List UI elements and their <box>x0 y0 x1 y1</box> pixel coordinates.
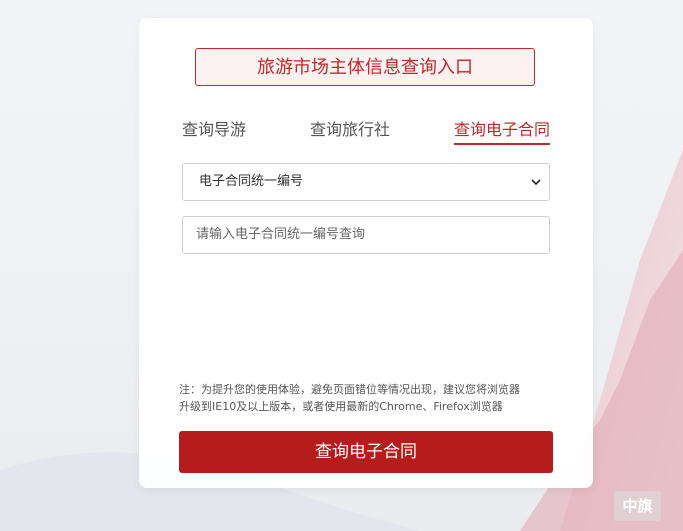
contract-type-select[interactable]: 电子合同统一编号 <box>182 163 550 201</box>
browser-notice: 注：为提升您的使用体验，避免页面错位等情况出现，建议您将浏览器 升级到IE10及… <box>179 381 559 415</box>
tab-guide[interactable]: 查询导游 <box>182 119 246 143</box>
tab-e-contract[interactable]: 查询电子合同 <box>454 119 551 145</box>
query-e-contract-button[interactable]: 查询电子合同 <box>179 431 553 473</box>
input-placeholder: 请输入电子合同统一编号查询 <box>196 227 366 242</box>
notice-line-1: 注：为提升您的使用体验，避免页面错位等情况出现，建议您将浏览器 <box>179 383 520 396</box>
query-card: 旅游市场主体信息查询入口 查询导游 查询旅行社 查询电子合同 电子合同统一编号 … <box>139 18 593 488</box>
notice-line-2: 升级到IE10及以上版本，或者使用最新的Chrome、Firefox浏览器 <box>179 400 503 413</box>
contract-number-input[interactable]: 请输入电子合同统一编号查询 <box>182 216 550 254</box>
tab-travel-agency[interactable]: 查询旅行社 <box>310 119 390 143</box>
chevron-down-icon <box>531 179 541 186</box>
select-value: 电子合同统一编号 <box>199 174 304 189</box>
portal-title: 旅游市场主体信息查询入口 <box>195 48 535 86</box>
watermark-badge: 中旗 <box>614 491 661 521</box>
tab-bar: 查询导游 查询旅行社 查询电子合同 <box>182 119 551 145</box>
